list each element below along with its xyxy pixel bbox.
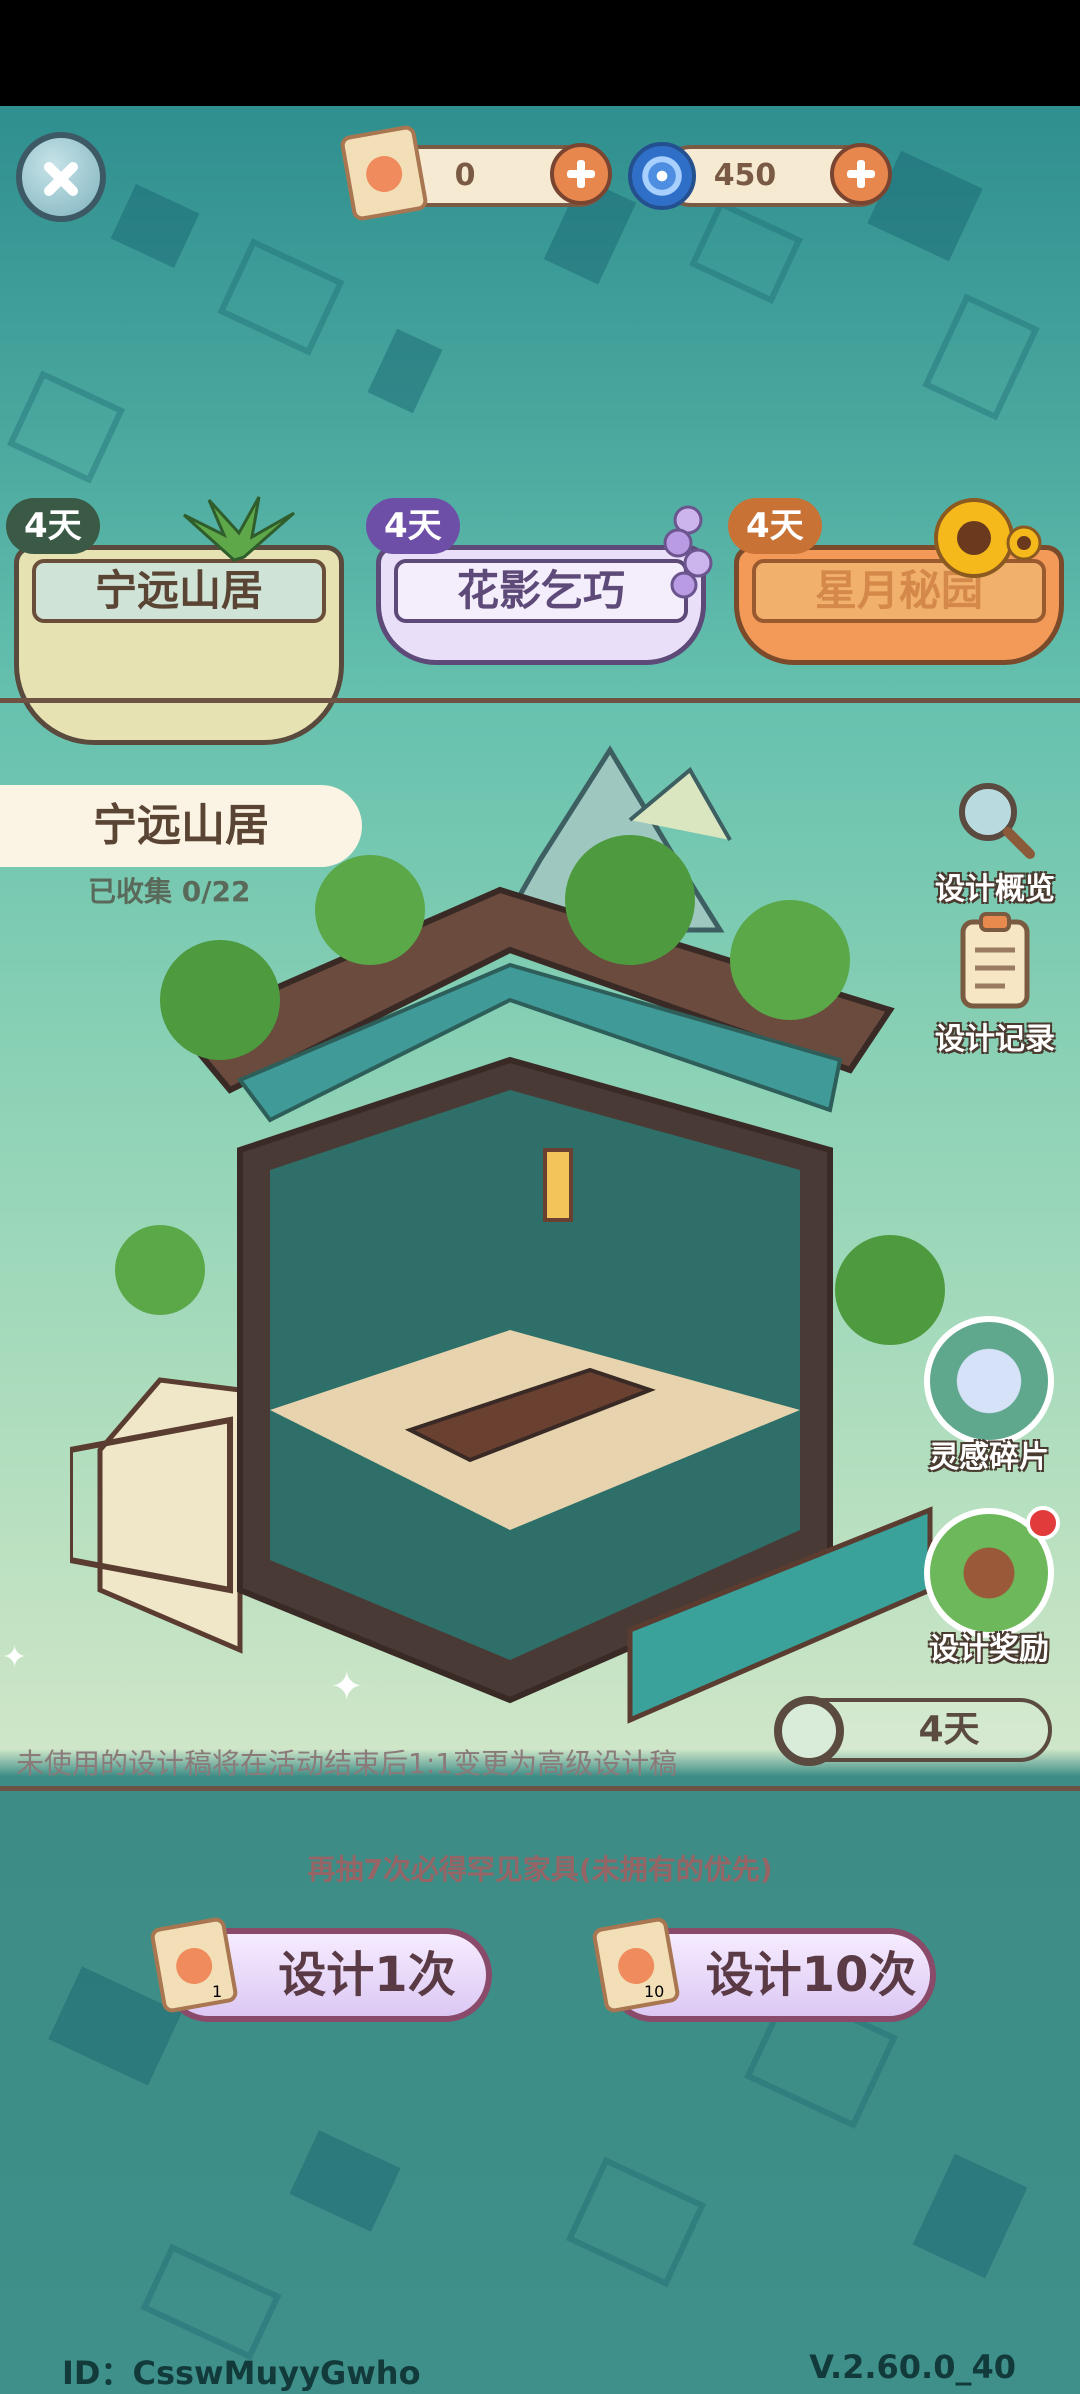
design-rewards-label: 设计奖励 bbox=[929, 1632, 1049, 1667]
paw-scroll-icon bbox=[339, 124, 429, 222]
decor-shard bbox=[367, 328, 443, 414]
event-timer: 4天 bbox=[774, 1696, 1052, 1766]
conversion-hint: 未使用的设计稿将在活动结束后1:1变更为高级设计稿 bbox=[16, 1747, 678, 1780]
blue-swirl-icon bbox=[628, 142, 696, 210]
bottom-divider bbox=[0, 1786, 1080, 1791]
design-overview-label: 设计概览 bbox=[935, 872, 1055, 907]
paw-scroll-icon bbox=[149, 1916, 239, 2014]
pavilion-illustration bbox=[70, 745, 945, 1724]
game-version: V.2.60.0_40 bbox=[809, 2348, 1016, 2386]
decor-shard bbox=[140, 2243, 282, 2361]
paw-scroll-icon bbox=[591, 1916, 681, 2014]
tab-xingyue[interactable]: 星月秘园 bbox=[734, 498, 1064, 685]
tab-label: 宁远山居 bbox=[32, 559, 326, 623]
decor-shard bbox=[565, 2156, 707, 2288]
design-overview-button[interactable]: 设计概览 bbox=[920, 776, 1070, 908]
decor-shard bbox=[689, 199, 803, 305]
decor-shard bbox=[912, 2153, 1028, 2279]
timer-value: 4天 bbox=[918, 1709, 980, 1750]
inspiration-fragments-label: 灵感碎片 bbox=[929, 1440, 1049, 1475]
notification-dot bbox=[1026, 1506, 1060, 1540]
add-scroll-button[interactable] bbox=[550, 143, 612, 205]
decor-shard bbox=[6, 370, 126, 484]
inspiration-fragments-button[interactable]: 灵感碎片 bbox=[914, 1316, 1064, 1476]
sparkle-icon: ✦ bbox=[2, 1640, 28, 1675]
design-records-button[interactable]: 设计记录 bbox=[920, 910, 1070, 1058]
decor-shard bbox=[217, 238, 345, 356]
draw-once-label: 设计1次 bbox=[278, 1947, 456, 2003]
tab-huaying[interactable]: 花影乞巧 bbox=[376, 505, 713, 685]
blueprint-icon bbox=[924, 1316, 1054, 1446]
tab-badge: 4天 bbox=[728, 498, 822, 554]
leaf-icon bbox=[182, 496, 295, 562]
pity-notice: 再抽7次必得罕见家具(未拥有的优先) bbox=[307, 1853, 773, 1886]
tab-divider bbox=[0, 698, 1080, 703]
clock-icon bbox=[774, 1696, 844, 1766]
status-bar bbox=[0, 0, 1080, 106]
decor-shard bbox=[110, 184, 200, 268]
design-rewards-button[interactable]: 设计奖励 bbox=[914, 1506, 1064, 1668]
decor-shard bbox=[289, 2130, 401, 2232]
decor-shard bbox=[922, 293, 1040, 421]
tab-badge: 4天 bbox=[6, 498, 100, 554]
tab-badge: 4天 bbox=[366, 498, 460, 554]
magnifier-icon bbox=[959, 783, 1035, 859]
draw-once-cost: 1 bbox=[212, 1982, 223, 2001]
add-swirl-button[interactable] bbox=[830, 143, 892, 205]
sparkle-icon: ✦ bbox=[330, 1664, 364, 1710]
wisteria-flower-icon bbox=[663, 505, 713, 599]
tab-label: 花影乞巧 bbox=[394, 559, 688, 623]
draw-ten-label: 设计10次 bbox=[705, 1947, 917, 2003]
clipboard-icon bbox=[960, 912, 1030, 1009]
sunflower-icon bbox=[934, 498, 1042, 578]
design-records-label: 设计记录 bbox=[935, 1022, 1055, 1057]
player-id: ID：CsswMuyyGwho bbox=[62, 2354, 421, 2392]
close-button[interactable] bbox=[16, 132, 106, 222]
tab-ningyuan[interactable]: 宁远山居 bbox=[14, 496, 344, 745]
draw-ten-cost: 10 bbox=[644, 1982, 665, 2001]
